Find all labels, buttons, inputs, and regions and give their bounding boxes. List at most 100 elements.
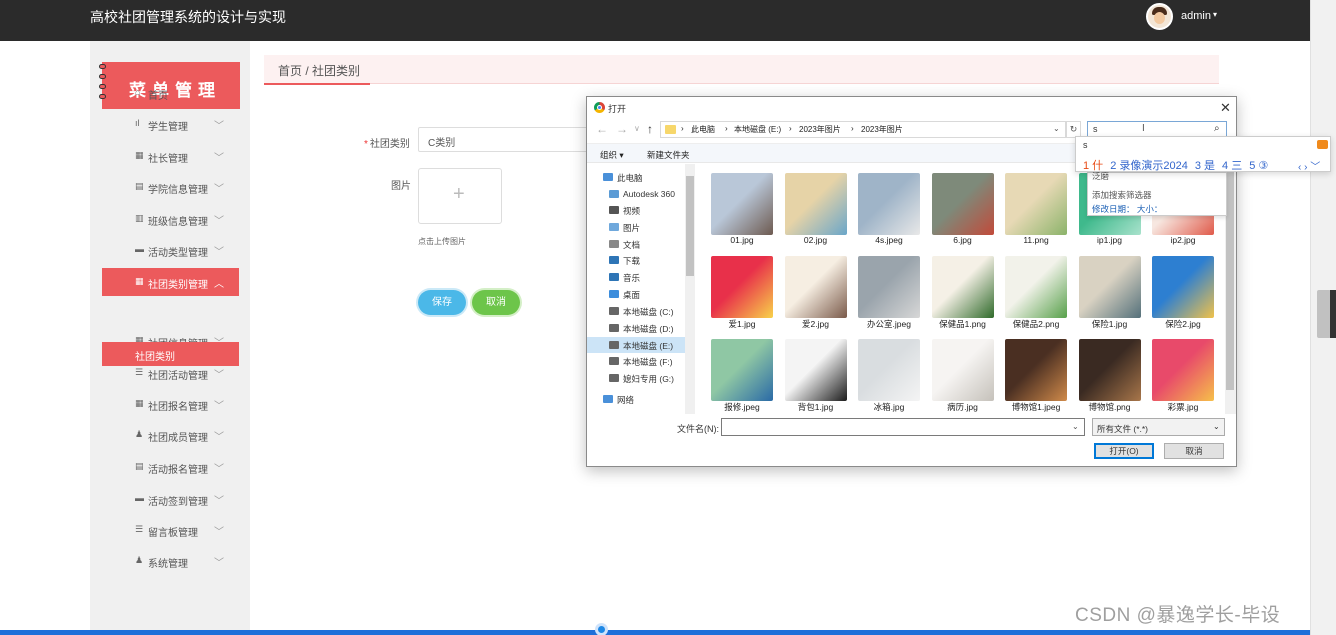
nav-item-label: 本地磁盘 (C:) bbox=[623, 307, 674, 317]
file-tile[interactable]: 爱1.jpg bbox=[705, 249, 777, 331]
nav-pane-item[interactable]: 本地磁盘 (C:) bbox=[587, 303, 687, 319]
file-tile[interactable]: 报修.jpeg bbox=[705, 332, 777, 414]
file-tile[interactable]: 保险2.jpg bbox=[1146, 249, 1218, 331]
chrome-icon bbox=[594, 102, 605, 113]
filename-dropdown-icon[interactable]: ⌄ bbox=[1072, 422, 1079, 431]
nav-pane-item[interactable]: 音乐 bbox=[587, 269, 687, 285]
open-button[interactable]: 打开(O) bbox=[1094, 443, 1154, 459]
sidebar-subitem-category[interactable]: 社团类别 bbox=[102, 342, 239, 366]
path-segment[interactable]: 此电脑 bbox=[691, 124, 715, 135]
breadcrumb-text[interactable]: 首页 / 社团类别 bbox=[278, 62, 360, 79]
avatar[interactable] bbox=[1146, 3, 1173, 30]
recent-chevron-icon[interactable]: ∨ bbox=[634, 124, 640, 133]
sidebar-item[interactable]: ▤ 学院信息管理 ﹀ bbox=[102, 173, 239, 201]
nav-pane-item[interactable]: 视频 bbox=[587, 202, 687, 218]
organize-button[interactable]: 组织 ▾ bbox=[600, 149, 624, 161]
file-tile[interactable]: 保健品2.png bbox=[999, 249, 1071, 331]
ime-candidate[interactable]: 4 三 bbox=[1222, 160, 1242, 172]
sidebar-item[interactable]: ♟ 系统管理 ﹀ bbox=[102, 547, 239, 575]
sidebar-item[interactable]: ☰ 留言板管理 ﹀ bbox=[102, 516, 239, 544]
nav-pane-item[interactable]: 本地磁盘 (E:) bbox=[587, 337, 687, 353]
filetype-select[interactable]: 所有文件 (*.*) ⌄ bbox=[1092, 418, 1225, 436]
sidebar-item[interactable]: ▥ 班级信息管理 ﹀ bbox=[102, 205, 239, 233]
path-segment[interactable]: 2023年图片 bbox=[799, 124, 841, 135]
back-arrow-icon[interactable]: ← bbox=[596, 122, 608, 136]
address-dropdown-icon[interactable]: ⌄ bbox=[1053, 124, 1060, 133]
file-tile[interactable]: 爱2.jpg bbox=[779, 249, 851, 331]
filename-input[interactable]: ⌄ bbox=[721, 418, 1085, 436]
file-tile[interactable]: 11.png bbox=[999, 166, 1071, 248]
sidebar-item[interactable]: ⌂ 首页 bbox=[102, 79, 239, 107]
nav-pane-item[interactable]: Autodesk 360 bbox=[587, 186, 687, 202]
file-tile[interactable]: 背包1.jpg bbox=[779, 332, 851, 414]
nav-item-label: 此电脑 bbox=[617, 173, 643, 183]
file-tile[interactable]: 保健品1.png bbox=[926, 249, 998, 331]
file-tile[interactable]: 冰箱.jpg bbox=[852, 332, 924, 414]
address-bar[interactable]: › 此电脑 › 本地磁盘 (E:) › 2023年图片 › 2023年图片 ⌄ bbox=[660, 121, 1066, 138]
nav-pane-item[interactable]: 网络 bbox=[587, 391, 687, 407]
sidebar-item[interactable]: ▬ 活动签到管理 ﹀ bbox=[102, 485, 239, 513]
file-tile[interactable]: 6.jpg bbox=[926, 166, 998, 248]
file-tile[interactable]: 彩票.jpg bbox=[1146, 332, 1218, 414]
file-tile[interactable]: 01.jpg bbox=[705, 166, 777, 248]
tooltip-filter-text[interactable]: 添加搜索筛选器 bbox=[1092, 189, 1152, 201]
file-tile[interactable]: 保险1.jpg bbox=[1073, 249, 1145, 331]
new-folder-button[interactable]: 新建文件夹 bbox=[647, 149, 690, 161]
file-tile[interactable]: 4s.jpeg bbox=[852, 166, 924, 248]
ime-page-arrows[interactable]: ‹ › ﹀ bbox=[1298, 158, 1320, 173]
nav-pane-item[interactable]: 媳妇专用 (G:) bbox=[587, 370, 687, 386]
file-name: ip2.jpg bbox=[1170, 235, 1196, 245]
ime-candidate[interactable]: 2 录像演示2024 bbox=[1110, 160, 1188, 172]
nav-item-label: 图片 bbox=[623, 223, 641, 233]
nav-item-label: 音乐 bbox=[623, 273, 641, 283]
sidebar-item[interactable]: ▦ 社团报名管理 ﹀ bbox=[102, 390, 239, 418]
path-segment[interactable]: 2023年图片 bbox=[861, 124, 903, 135]
chevron-icon: ︿ bbox=[214, 279, 224, 290]
cancel-button[interactable]: 取消 bbox=[472, 290, 520, 315]
forward-arrow-icon[interactable]: → bbox=[616, 122, 628, 136]
file-tile[interactable]: 02.jpg bbox=[779, 166, 851, 248]
user-menu[interactable]: admin bbox=[1181, 10, 1211, 22]
search-tooltip: 泛磨 添加搜索筛选器 修改日期： 大小： bbox=[1087, 171, 1227, 216]
nav-pane-item[interactable]: 本地磁盘 (F:) bbox=[587, 353, 687, 369]
path-segment[interactable]: 本地磁盘 (E:) bbox=[734, 124, 781, 135]
file-tile[interactable]: 病历.jpg bbox=[926, 332, 998, 414]
nav-pane-item[interactable]: 桌面 bbox=[587, 286, 687, 302]
nav-item-label: 媳妇专用 (G:) bbox=[623, 374, 674, 384]
page-scrollbar[interactable] bbox=[1310, 0, 1336, 635]
progress-handle[interactable] bbox=[595, 623, 608, 635]
nav-pane-item[interactable]: 图片 bbox=[587, 219, 687, 235]
up-arrow-icon[interactable]: ↑ bbox=[647, 122, 653, 136]
sidebar-item[interactable]: ▦ 社团类别管理 ︿ bbox=[102, 268, 239, 296]
close-icon[interactable]: ✕ bbox=[1220, 100, 1231, 116]
sidebar-item-label: 首页 bbox=[148, 91, 168, 102]
nav-pane-item[interactable]: 文档 bbox=[587, 236, 687, 252]
sidebar-item-label: 留言板管理 bbox=[148, 528, 198, 539]
file-name: 4s.jpeg bbox=[875, 235, 903, 245]
sidebar-item[interactable]: ♟ 社团成员管理 ﹀ bbox=[102, 421, 239, 449]
ime-candidate[interactable]: 5 ③ bbox=[1249, 160, 1268, 172]
tooltip-filter-fields[interactable]: 修改日期： 大小： bbox=[1092, 203, 1162, 215]
ime-candidate[interactable]: 3 是 bbox=[1195, 160, 1215, 172]
nav-pane-item[interactable]: 此电脑 bbox=[587, 169, 687, 185]
caret-down-icon[interactable]: ▾ bbox=[1213, 10, 1217, 19]
sidebar-item[interactable]: ▬ 活动类型管理 ﹀ bbox=[102, 236, 239, 264]
ime-candidate[interactable]: 1 什 bbox=[1083, 160, 1103, 172]
nav-scrollbar[interactable] bbox=[685, 164, 695, 414]
file-name: 彩票.jpg bbox=[1167, 402, 1199, 412]
file-tile[interactable]: 博物馆1.jpeg bbox=[999, 332, 1071, 414]
nav-pane-item[interactable]: 下载 bbox=[587, 252, 687, 268]
dialog-cancel-button[interactable]: 取消 bbox=[1164, 443, 1224, 459]
search-icon[interactable]: ⌕ bbox=[1214, 123, 1220, 134]
image-upload[interactable]: + bbox=[418, 168, 502, 224]
sidebar-item[interactable]: ▤ 活动报名管理 ﹀ bbox=[102, 453, 239, 481]
category-input[interactable]: C类别 bbox=[418, 127, 590, 152]
file-tile[interactable]: 办公室.jpeg bbox=[852, 249, 924, 331]
file-tile[interactable]: 博物馆.png bbox=[1073, 332, 1145, 414]
dialog-titlebar[interactable]: 打开 ✕ bbox=[587, 97, 1236, 119]
sidebar-item[interactable]: ▦ 社长管理 ﹀ bbox=[102, 142, 239, 170]
nav-item-label: 桌面 bbox=[623, 290, 641, 300]
save-button[interactable]: 保存 bbox=[418, 290, 466, 315]
nav-pane-item[interactable]: 本地磁盘 (D:) bbox=[587, 320, 687, 336]
sidebar-item[interactable]: ıl 学生管理 ﹀ bbox=[102, 110, 239, 138]
